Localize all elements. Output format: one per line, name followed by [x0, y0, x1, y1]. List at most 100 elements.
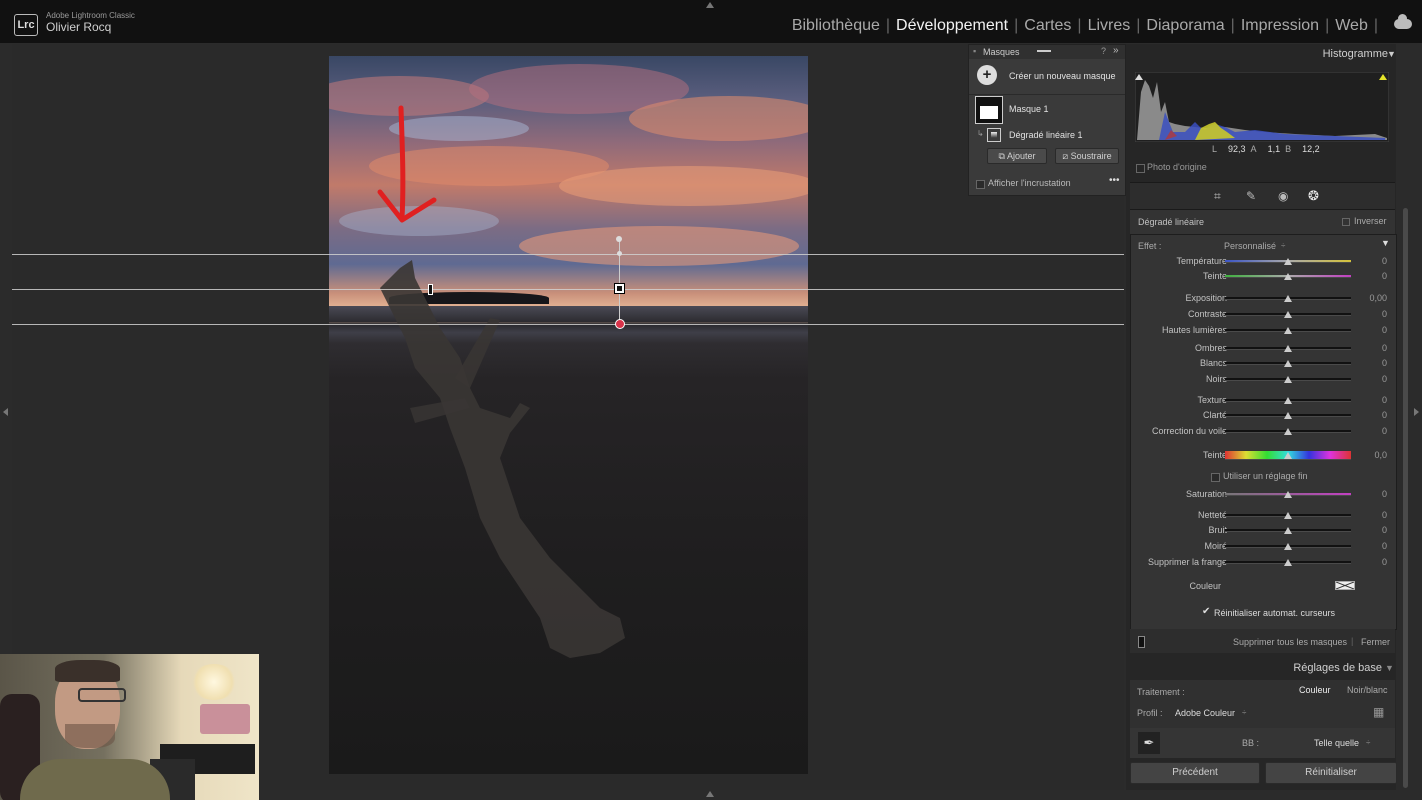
mask-1-label[interactable]: Masque 1 [1009, 104, 1049, 114]
slider-thumb[interactable] [1284, 273, 1292, 280]
slider-thumb[interactable] [1284, 559, 1292, 566]
slider-thumb[interactable] [1284, 295, 1292, 302]
slider-value[interactable]: 0 [1363, 557, 1387, 567]
slider-label: Hautes lumières [1161, 325, 1227, 335]
linear-gradient-icon[interactable] [987, 128, 1001, 142]
slider-thumb[interactable] [1284, 527, 1292, 534]
add-mask-button[interactable]: ⧉ Ajouter [987, 148, 1047, 164]
collapse-right-panel-icon[interactable] [1414, 408, 1419, 416]
module-map[interactable]: Cartes [1018, 17, 1077, 35]
linear-gradient-component-label[interactable]: Dégradé linéaire 1 [1009, 130, 1083, 140]
slider-thumb[interactable] [1284, 311, 1292, 318]
slider-thumb[interactable] [1284, 327, 1292, 334]
mask-thumbnail[interactable] [975, 96, 1003, 124]
gradient-bottom-pin[interactable] [615, 319, 625, 329]
slider-value[interactable]: 0 [1363, 325, 1387, 335]
slider-value[interactable]: 0 [1363, 395, 1387, 405]
module-develop[interactable]: Développement [890, 17, 1014, 35]
close-masks-button[interactable]: Fermer [1361, 637, 1390, 647]
treatment-color-option[interactable]: Couleur [1299, 685, 1331, 695]
module-book[interactable]: Livres [1082, 17, 1137, 35]
healing-tool-icon[interactable]: ✎ [1246, 189, 1256, 203]
slider-value[interactable]: 0,0 [1363, 450, 1387, 460]
reset-button[interactable]: Réinitialiser [1265, 762, 1397, 784]
collapse-top-panel-icon[interactable] [706, 2, 714, 8]
slider-value[interactable]: 0 [1363, 410, 1387, 420]
slider-value[interactable]: 0 [1363, 358, 1387, 368]
slider-value[interactable]: 0 [1363, 510, 1387, 520]
collapse-bottom-panel-icon[interactable] [706, 791, 714, 797]
gradient-center-line[interactable] [12, 289, 1124, 290]
slider-thumb[interactable] [1284, 397, 1292, 404]
white-balance-eyedropper-icon[interactable]: ✒ [1138, 732, 1160, 754]
gradient-center-pin[interactable] [614, 283, 625, 294]
module-print[interactable]: Impression [1235, 17, 1325, 35]
slider-value[interactable]: 0 [1363, 525, 1387, 535]
panel-drag-handle[interactable] [1037, 50, 1051, 52]
delete-all-masks-button[interactable]: Supprimer tous les masques [1233, 637, 1347, 647]
fine-adjust-checkbox[interactable] [1211, 473, 1220, 482]
slider-value[interactable]: 0 [1363, 374, 1387, 384]
help-icon[interactable]: ? [1101, 46, 1106, 56]
module-slideshow[interactable]: Diaporama [1140, 17, 1230, 35]
wb-select[interactable]: Telle quelle [1314, 738, 1359, 748]
module-web[interactable]: Web [1329, 17, 1374, 35]
original-photo-checkbox[interactable] [1136, 164, 1145, 173]
slider-value[interactable]: 0 [1363, 309, 1387, 319]
red-eye-tool-icon[interactable]: ◉ [1278, 189, 1288, 203]
slider-thumb[interactable] [1284, 452, 1292, 459]
slider-value[interactable]: 0 [1363, 426, 1387, 436]
slider-value[interactable]: 0,00 [1363, 293, 1387, 303]
crop-tool-icon[interactable]: ⌗ [1214, 189, 1221, 204]
slider-thumb[interactable] [1284, 360, 1292, 367]
color-swatch-icon[interactable] [1335, 581, 1355, 590]
right-panel-scrollbar[interactable] [1403, 208, 1408, 788]
masking-tool-icon[interactable]: ❂ [1308, 188, 1319, 204]
slider-thumb[interactable] [1284, 512, 1292, 519]
histogram-graph[interactable] [1135, 72, 1389, 142]
effect-collapse-icon[interactable]: ▼ [1381, 238, 1390, 248]
toggle-switch-icon[interactable] [1138, 636, 1145, 648]
slider-thumb[interactable] [1284, 428, 1292, 435]
basic-panel-title[interactable]: Réglages de base [1126, 662, 1382, 674]
histogram-collapse-icon[interactable]: ▼ [1387, 49, 1396, 59]
collapse-left-panel-icon[interactable] [3, 408, 8, 416]
create-mask-label[interactable]: Créer un nouveau masque [1009, 71, 1116, 81]
slider-value[interactable]: 0 [1363, 343, 1387, 353]
profile-select[interactable]: Adobe Couleur [1175, 708, 1235, 718]
more-options-icon[interactable]: ••• [1109, 175, 1120, 186]
slider-thumb[interactable] [1284, 345, 1292, 352]
slider-thumb[interactable] [1284, 543, 1292, 550]
invert-label: Inverser [1354, 216, 1387, 226]
slider-value[interactable]: 0 [1363, 541, 1387, 551]
slider-thumb[interactable] [1284, 376, 1292, 383]
cloud-icon[interactable] [1394, 14, 1412, 29]
module-library[interactable]: Bibliothèque [786, 17, 886, 35]
slider-thumb[interactable] [1284, 412, 1292, 419]
show-overlay-checkbox[interactable] [976, 180, 985, 189]
invert-checkbox[interactable] [1342, 218, 1350, 226]
gradient-top-line[interactable] [12, 254, 1124, 255]
previous-button[interactable]: Précédent [1130, 762, 1260, 784]
slider-value[interactable]: 0 [1363, 271, 1387, 281]
color-label: Couleur [1189, 581, 1221, 591]
slider-thumb[interactable] [1284, 491, 1292, 498]
profile-browser-icon[interactable]: ▦ [1373, 705, 1384, 719]
gradient-top-handle[interactable] [617, 251, 622, 256]
effect-preset-select[interactable]: Personnalisé [1224, 241, 1276, 251]
slider-row: Correction du voile 0 [1131, 424, 1396, 438]
create-mask-button[interactable]: + [977, 65, 997, 85]
basic-collapse-icon[interactable]: ▼ [1385, 663, 1394, 673]
auto-reset-checkbox[interactable]: ✔ [1202, 606, 1210, 617]
histogram-title[interactable]: Histogramme [1126, 48, 1388, 60]
collapse-icon[interactable]: » [1113, 45, 1119, 56]
slider-label: Netteté [1197, 510, 1227, 520]
slider-label: Exposition [1185, 293, 1227, 303]
gradient-bottom-line[interactable] [12, 324, 1124, 325]
slider-value[interactable]: 0 [1363, 256, 1387, 266]
gradient-rotation-handle[interactable] [616, 236, 622, 242]
treatment-bw-option[interactable]: Noir/blanc [1347, 685, 1388, 695]
subtract-mask-button[interactable]: ⧄ Soustraire [1055, 148, 1119, 164]
slider-thumb[interactable] [1284, 258, 1292, 265]
slider-value[interactable]: 0 [1363, 489, 1387, 499]
